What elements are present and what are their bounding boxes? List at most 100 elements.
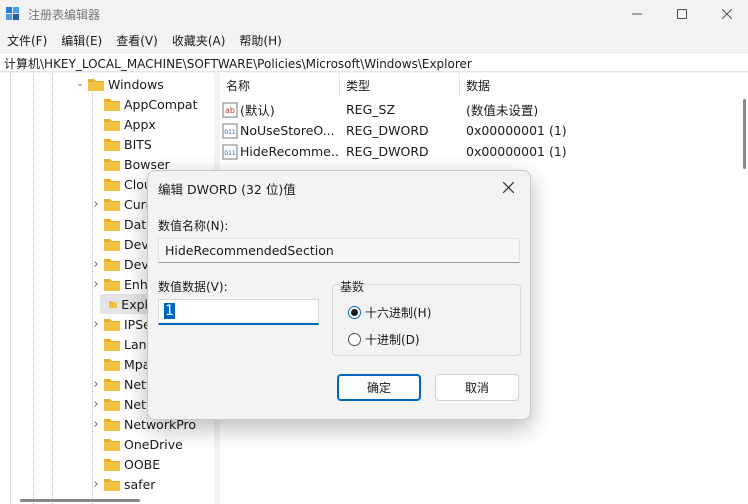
tree-item[interactable]: Appx	[90, 114, 156, 134]
tree-item[interactable]: › safer	[90, 474, 155, 494]
tree-item[interactable]: Mpa	[90, 354, 150, 374]
dialog-close-button[interactable]	[494, 175, 522, 199]
tree-guide	[52, 73, 53, 504]
minimize-icon	[632, 13, 642, 15]
column-data-header[interactable]: 数据	[460, 73, 748, 97]
edit-dword-dialog: 编辑 DWORD (32 位)值 数值名称(N): HideRecommende…	[147, 170, 531, 420]
value-name-cell: 011 NoUseStoreO...	[220, 123, 340, 139]
tree-item[interactable]: › IPSe	[90, 314, 150, 334]
value-data-cell: (数值未设置)	[466, 103, 539, 118]
registry-editor-icon	[6, 7, 19, 20]
ok-button[interactable]: 确定	[337, 374, 421, 401]
tree-item[interactable]: Expl	[100, 294, 148, 314]
menu-view[interactable]: 查看(V)	[109, 30, 165, 50]
folder-icon	[104, 238, 120, 251]
value-name-text: HideRecomme...	[240, 144, 340, 159]
tree-item[interactable]: › Curr	[90, 194, 150, 214]
chevron-down-icon[interactable]: ⌄	[74, 78, 86, 90]
horizontal-scrollbar[interactable]	[20, 499, 140, 502]
chevron-right-icon[interactable]: ›	[90, 417, 102, 432]
list-row[interactable]: ab (默认) REG_SZ (数值未设置)	[220, 99, 748, 120]
folder-icon	[104, 318, 120, 331]
folder-icon	[104, 338, 120, 351]
svg-text:011: 011	[224, 129, 236, 136]
chevron-right-icon[interactable]: ›	[90, 477, 102, 492]
tree-item[interactable]: Data	[90, 214, 154, 234]
maximize-button[interactable]	[659, 0, 705, 28]
tree-item[interactable]: Devi	[90, 234, 152, 254]
chevron-right-icon[interactable]: ›	[90, 397, 102, 412]
decimal-radio-option[interactable]: 十进制(D)	[348, 331, 420, 348]
tree-item-windows[interactable]: ⌄ Windows	[74, 74, 164, 94]
tree-item[interactable]: OneDrive	[90, 434, 183, 454]
folder-icon	[104, 218, 120, 231]
binary-value-icon: 011	[222, 123, 238, 138]
tree-item[interactable]: OOBE	[90, 454, 160, 474]
maximize-icon	[677, 9, 687, 19]
folder-icon	[104, 98, 120, 111]
folder-icon	[104, 478, 120, 491]
hex-radio-option[interactable]: 十六进制(H)	[348, 304, 431, 321]
value-data-text: 1	[164, 303, 175, 319]
title-bar: 注册表编辑器	[0, 0, 748, 28]
folder-icon	[104, 378, 120, 391]
menu-bar: 文件(F) 编辑(E) 查看(V) 收藏夹(A) 帮助(H)	[0, 30, 748, 50]
chevron-right-icon[interactable]: ›	[90, 317, 102, 332]
folder-icon	[104, 278, 120, 291]
tree-item-label: Appx	[124, 116, 156, 132]
tree-item-label: safer	[124, 476, 156, 492]
column-type-header[interactable]: 类型	[340, 73, 460, 97]
tree-item[interactable]: › Enha	[90, 274, 155, 294]
column-name-header[interactable]: 名称	[220, 73, 340, 97]
list-row[interactable]: 011 HideRecomme... REG_DWORD 0x00000001 (1)	[220, 141, 748, 162]
tree-guide	[33, 73, 34, 504]
close-icon	[502, 181, 514, 193]
vertical-scrollbar[interactable]	[743, 99, 746, 169]
tree-guide	[10, 73, 11, 504]
folder-icon	[104, 178, 120, 191]
list-row[interactable]: 011 NoUseStoreO... REG_DWORD 0x00000001 (1)	[220, 120, 748, 141]
folder-icon	[108, 300, 118, 308]
address-bar[interactable]: 计算机\HKEY_LOCAL_MACHINE\SOFTWARE\Policies…	[0, 52, 748, 72]
tree-item[interactable]: AppCompat	[90, 94, 197, 114]
value-name-label: 数值名称(N):	[158, 219, 229, 233]
hex-radio[interactable]	[348, 306, 361, 319]
value-name-field: HideRecommendedSection	[158, 238, 520, 263]
menu-file[interactable]: 文件(F)	[0, 30, 54, 50]
tree-item-label: OOBE	[124, 456, 161, 472]
binary-value-icon: 011	[222, 144, 238, 159]
folder-icon	[104, 138, 120, 151]
menu-favorites[interactable]: 收藏夹(A)	[165, 30, 233, 50]
tree-item[interactable]: Clou	[90, 174, 152, 194]
chevron-right-icon[interactable]: ›	[90, 197, 102, 212]
close-icon	[722, 9, 732, 19]
tree-item-label: AppCompat	[124, 96, 198, 112]
folder-icon	[104, 398, 120, 411]
menu-help[interactable]: 帮助(H)	[232, 30, 288, 50]
value-type-cell: REG_DWORD	[346, 144, 429, 159]
minimize-button[interactable]	[614, 0, 660, 28]
chevron-right-icon[interactable]: ›	[90, 257, 102, 272]
value-type-cell: REG_SZ	[346, 102, 396, 117]
chevron-right-icon[interactable]: ›	[90, 377, 102, 392]
folder-icon	[104, 198, 120, 211]
tree-item-label: BITS	[124, 136, 152, 152]
svg-text:011: 011	[224, 150, 236, 157]
decimal-radio[interactable]	[348, 333, 361, 346]
close-button[interactable]	[704, 0, 748, 28]
tree-item[interactable]: Lann	[90, 334, 154, 354]
hex-radio-label: 十六进制(H)	[365, 306, 432, 320]
chevron-right-icon[interactable]: ›	[90, 277, 102, 292]
cancel-button[interactable]: 取消	[435, 374, 519, 401]
menu-edit[interactable]: 编辑(E)	[54, 30, 109, 50]
value-data-input[interactable]: 1	[158, 299, 319, 325]
tree-item[interactable]: › Devi	[90, 254, 152, 274]
folder-icon	[104, 158, 120, 171]
tree-item[interactable]: BITS	[90, 134, 152, 154]
